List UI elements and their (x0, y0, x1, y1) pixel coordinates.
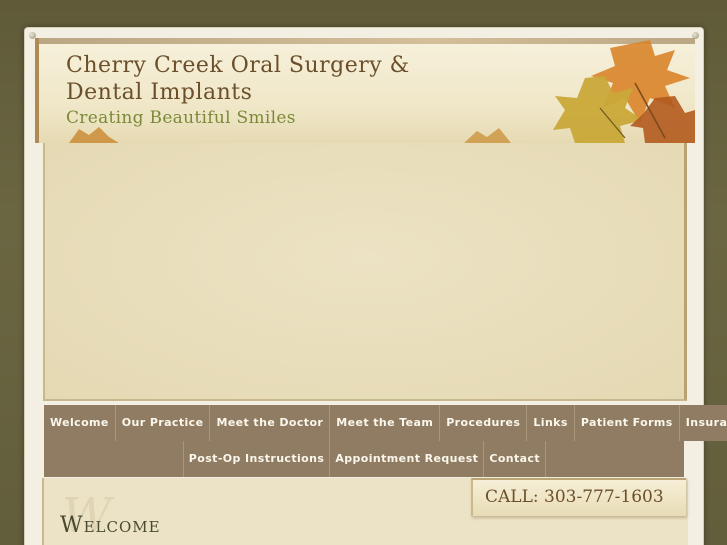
nav-post-op-instructions[interactable]: Post-Op Instructions (183, 441, 331, 477)
call-text[interactable]: CALL: 303-777-1603 (485, 487, 664, 507)
site-header: Cherry Creek Oral Surgery & Dental Impla… (35, 38, 695, 143)
nav-procedures[interactable]: Procedures (440, 405, 528, 441)
welcome-heading: Welcome (60, 513, 161, 538)
call-label: CALL: (485, 487, 539, 507)
leaf-icon (69, 127, 119, 143)
nav-appointment-request[interactable]: Appointment Request (330, 441, 485, 477)
nav-row-2: Post-Op Instructions Appointment Request… (44, 441, 684, 477)
site-title-line2[interactable]: Dental Implants (66, 80, 252, 105)
maple-leaf-icon (553, 40, 695, 143)
phone-number[interactable]: 303-777-1603 (544, 487, 664, 507)
leaf-icon (464, 128, 511, 143)
hero-banner (43, 143, 687, 401)
call-banner: CALL: 303-777-1603 (471, 478, 686, 516)
nav-welcome[interactable]: Welcome (44, 405, 116, 441)
nav-our-practice[interactable]: Our Practice (115, 405, 211, 441)
nav-links[interactable]: Links (527, 405, 575, 441)
nav-row-1: Welcome Our Practice Meet the Doctor Mee… (44, 405, 727, 441)
nav-meet-the-doctor[interactable]: Meet the Doctor (210, 405, 331, 441)
site-title-line1[interactable]: Cherry Creek Oral Surgery & (66, 53, 410, 78)
nav-filler (44, 441, 184, 477)
nav-meet-the-team[interactable]: Meet the Team (330, 405, 441, 441)
nav-patient-forms[interactable]: Patient Forms (574, 405, 680, 441)
nav-filler (546, 441, 684, 477)
nav-insurance[interactable]: Insurance (679, 405, 727, 441)
main-nav: Welcome Our Practice Meet the Doctor Mee… (44, 405, 727, 477)
nav-contact[interactable]: Contact (484, 441, 547, 477)
